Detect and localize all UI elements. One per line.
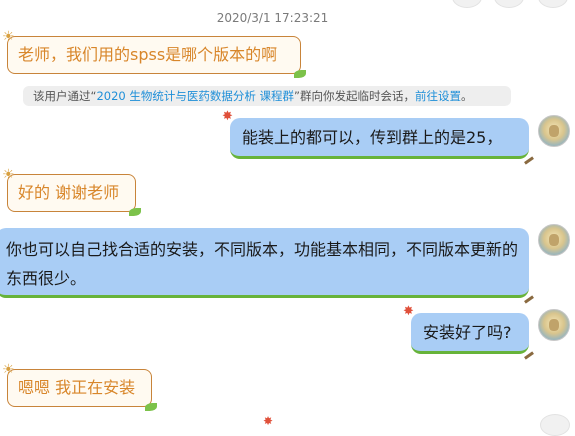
sun-icon: ☀ bbox=[2, 167, 15, 183]
leaf-icon bbox=[129, 208, 141, 216]
sent-message-bubble[interactable]: ✸ 能装上的都可以，传到群上的是25， bbox=[222, 110, 534, 165]
twig-icon bbox=[524, 351, 534, 360]
message-text: 安装好了吗? bbox=[423, 323, 512, 342]
partial-avatar-icon bbox=[540, 414, 570, 436]
pinwheel-icon: ✸ bbox=[263, 414, 274, 428]
pinwheel-icon: ✸ bbox=[222, 109, 233, 124]
message-text: 你也可以自己找合适的安装，不同版本，功能基本相同，不同版本更新的东西很少。 bbox=[6, 240, 519, 288]
settings-link[interactable]: 前往设置 bbox=[415, 89, 461, 103]
group-name-link[interactable]: 2020 生物统计与医药数据分析 课程群 bbox=[96, 89, 294, 103]
message-text: 嗯嗯 我正在安装 bbox=[18, 378, 136, 397]
message-text: 好的 谢谢老师 bbox=[18, 183, 120, 202]
system-notice: 该用户通过“2020 生物统计与医药数据分析 课程群”群向你发起临时会话，前往设… bbox=[23, 86, 511, 106]
twig-icon bbox=[524, 156, 534, 165]
notice-prefix: 该用户通过“ bbox=[33, 89, 97, 103]
leaf-icon bbox=[294, 70, 306, 78]
notice-middle: ”群向你发起临时会话， bbox=[294, 89, 416, 103]
received-message-bubble[interactable]: ☀ 嗯嗯 我正在安装 bbox=[2, 363, 157, 411]
twig-icon bbox=[524, 295, 534, 304]
notice-suffix: 。 bbox=[461, 89, 473, 103]
partial-avatar-icon bbox=[538, 0, 568, 8]
sun-icon: ☀ bbox=[2, 362, 15, 378]
message-timestamp: 2020/3/1 17:23:21 bbox=[216, 11, 329, 25]
received-message-bubble[interactable]: ☀ 好的 谢谢老师 bbox=[2, 168, 141, 216]
sun-icon: ☀ bbox=[2, 29, 15, 45]
received-message-bubble[interactable]: ☀ 老师，我们用的spss是哪个版本的啊 bbox=[2, 30, 306, 78]
message-text: 能装上的都可以，传到群上的是25， bbox=[242, 128, 503, 147]
partial-avatar-icon bbox=[452, 0, 482, 8]
sent-message-bubble[interactable]: 你也可以自己找合适的安装，不同版本，功能基本相同，不同版本更新的东西很少。 bbox=[0, 228, 534, 304]
teacher-avatar[interactable] bbox=[538, 115, 570, 147]
message-text: 老师，我们用的spss是哪个版本的啊 bbox=[18, 45, 278, 64]
pinwheel-icon: ✸ bbox=[403, 304, 414, 319]
teacher-avatar[interactable] bbox=[538, 224, 570, 256]
sent-message-bubble[interactable]: ✸ 安装好了吗? bbox=[403, 305, 534, 360]
teacher-avatar[interactable] bbox=[538, 309, 570, 341]
leaf-icon bbox=[145, 403, 157, 411]
partial-avatar-icon bbox=[494, 0, 524, 8]
